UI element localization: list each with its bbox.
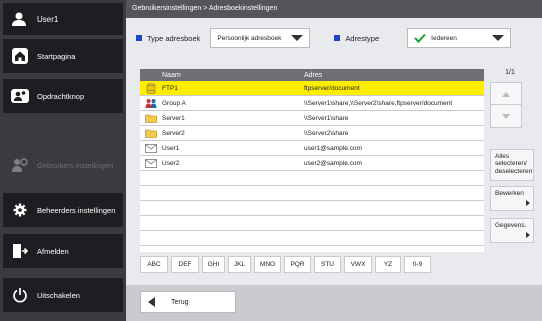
- scroll-up-button[interactable]: [490, 82, 522, 106]
- breadcrumb: Gebruikersinstellingen > Adresboekinstel…: [126, 0, 542, 18]
- row-address: ftpserver/document: [304, 84, 360, 92]
- sidebar: User1 Startpagina Opdrachtknop Gebruiker…: [0, 0, 126, 321]
- row-address: \\Server1\share,\\Server2\share,ftpserve…: [304, 99, 453, 107]
- bullet-icon: [334, 35, 341, 41]
- sidebar-item-home[interactable]: Startpagina: [3, 39, 123, 73]
- checkmark-icon: [414, 33, 426, 43]
- table-row-empty: [140, 216, 484, 231]
- user-icon: [3, 12, 35, 26]
- table-row[interactable]: Group A \\Server1\share,\\Server2\share,…: [140, 96, 484, 111]
- row-name: User1: [162, 144, 180, 152]
- row-name: Server2: [162, 129, 185, 137]
- bullet-icon: [136, 35, 142, 41]
- sidebar-item-user-settings: Gebruikers instellingen: [3, 148, 123, 182]
- alpha-tab-abc[interactable]: ABC: [140, 256, 168, 273]
- table-row-empty: [140, 231, 484, 246]
- sidebar-item-opdrachtknop[interactable]: Opdrachtknop: [3, 79, 123, 113]
- user-badge: User1: [3, 3, 123, 35]
- row-address: \\Server1\share: [304, 114, 349, 122]
- table-row[interactable]: Server2 \\Server2\share: [140, 126, 484, 141]
- address-type-label: Adrestype: [345, 33, 380, 43]
- table-row-empty: [140, 201, 484, 216]
- alpha-index: ABC DEF GHI JKL MNO PQR STU VWX YZ 0-9: [140, 256, 434, 273]
- alpha-tab-vwx[interactable]: VWX: [344, 256, 372, 273]
- home-icon: [3, 47, 37, 65]
- row-address: user2@sample.com: [304, 159, 362, 167]
- row-name: FTP1: [162, 84, 178, 92]
- alpha-tab-jkl[interactable]: JKL: [228, 256, 251, 273]
- address-table: Naam Adres FTP1 ftpserver/document Group…: [140, 69, 484, 252]
- details-label: Gegevens.: [495, 222, 527, 229]
- details-button[interactable]: Gegevens.: [490, 218, 534, 243]
- alpha-tab-0-9[interactable]: 0-9: [404, 256, 431, 273]
- group-icon: [140, 98, 162, 109]
- sidebar-item-label: Gebruikers instellingen: [37, 160, 114, 170]
- table-header: Naam Adres: [140, 69, 484, 81]
- row-name: Group A: [162, 99, 186, 107]
- sidebar-item-label: Startpagina: [37, 51, 76, 61]
- address-type-select[interactable]: Iedereen: [407, 28, 512, 48]
- alpha-tab-ghi[interactable]: GHI: [202, 256, 225, 273]
- user-settings-icon: [3, 157, 37, 173]
- table-row-empty: [140, 186, 484, 201]
- back-label: Terug: [171, 298, 189, 306]
- chevron-down-icon: [291, 35, 304, 41]
- alpha-tab-pqr[interactable]: PQR: [284, 256, 311, 273]
- alpha-tab-def[interactable]: DEF: [171, 256, 199, 273]
- chevron-right-icon: [526, 232, 530, 238]
- select-all-button[interactable]: Alles selecteren/ deselecteren: [490, 149, 534, 181]
- user-name: User1: [37, 14, 59, 24]
- alpha-tab-yz[interactable]: YZ: [375, 256, 401, 273]
- edit-button[interactable]: Bewerken: [490, 186, 534, 211]
- sidebar-item-logout[interactable]: Afmelden: [3, 234, 123, 268]
- table-row[interactable]: FTP1 ftpserver/document: [140, 81, 484, 96]
- row-name: Server1: [162, 114, 185, 122]
- table-row[interactable]: Server1 \\Server1\share: [140, 111, 484, 126]
- back-arrow-icon: [148, 297, 155, 307]
- alpha-tab-stu[interactable]: STU: [314, 256, 341, 273]
- sidebar-item-label: Uitschakelen: [37, 290, 80, 300]
- filter-bar: Type adresboek Persoonlijk adresboek Adr…: [136, 28, 512, 48]
- table-row[interactable]: User1 user1@sample.com: [140, 141, 484, 156]
- alpha-tab-mno[interactable]: MNO: [254, 256, 281, 273]
- column-name-header: Naam: [162, 71, 181, 79]
- addressbook-type-value: Persoonlijk adresboek: [217, 34, 282, 42]
- table-row-empty: [140, 171, 484, 186]
- folder-icon: [140, 129, 162, 138]
- addressbook-type-label: Type adresboek: [147, 33, 201, 43]
- page-indicator: 1/1: [505, 69, 515, 76]
- row-address: \\Server2\share: [304, 129, 349, 137]
- main-panel: Gebruikersinstellingen > Adresboekinstel…: [126, 0, 542, 321]
- select-all-label: Alles selecteren/ deselecteren: [495, 153, 533, 175]
- sidebar-item-label: Opdrachtknop: [37, 91, 85, 101]
- power-icon: [3, 287, 37, 303]
- folder-icon: [140, 114, 162, 123]
- email-icon: [140, 143, 162, 153]
- arrow-up-icon: [502, 91, 510, 97]
- addressbook-type-select[interactable]: Persoonlijk adresboek: [210, 28, 311, 48]
- email-icon: [140, 158, 162, 168]
- logout-icon: [3, 243, 37, 259]
- chevron-down-icon: [492, 35, 505, 41]
- row-name: User2: [162, 159, 180, 167]
- ftp-server-icon: [140, 82, 162, 94]
- sidebar-item-power-off[interactable]: Uitschakelen: [3, 278, 123, 312]
- users-icon: [3, 88, 37, 104]
- sidebar-item-label: Afmelden: [37, 246, 69, 256]
- sidebar-item-label: Beheerders instellingen: [37, 205, 116, 215]
- chevron-right-icon: [526, 200, 530, 206]
- row-address: user1@sample.com: [304, 144, 362, 152]
- column-address-header: Adres: [304, 71, 323, 79]
- edit-label: Bewerken: [495, 190, 524, 197]
- address-type-value: Iedereen: [431, 34, 457, 42]
- table-row[interactable]: User2 user2@sample.com: [140, 156, 484, 171]
- arrow-down-icon: [502, 113, 510, 119]
- gear-icon: [3, 203, 37, 217]
- scroll-down-button[interactable]: [490, 104, 522, 128]
- sidebar-item-admin-settings[interactable]: Beheerders instellingen: [3, 193, 123, 227]
- back-button[interactable]: Terug: [140, 291, 236, 313]
